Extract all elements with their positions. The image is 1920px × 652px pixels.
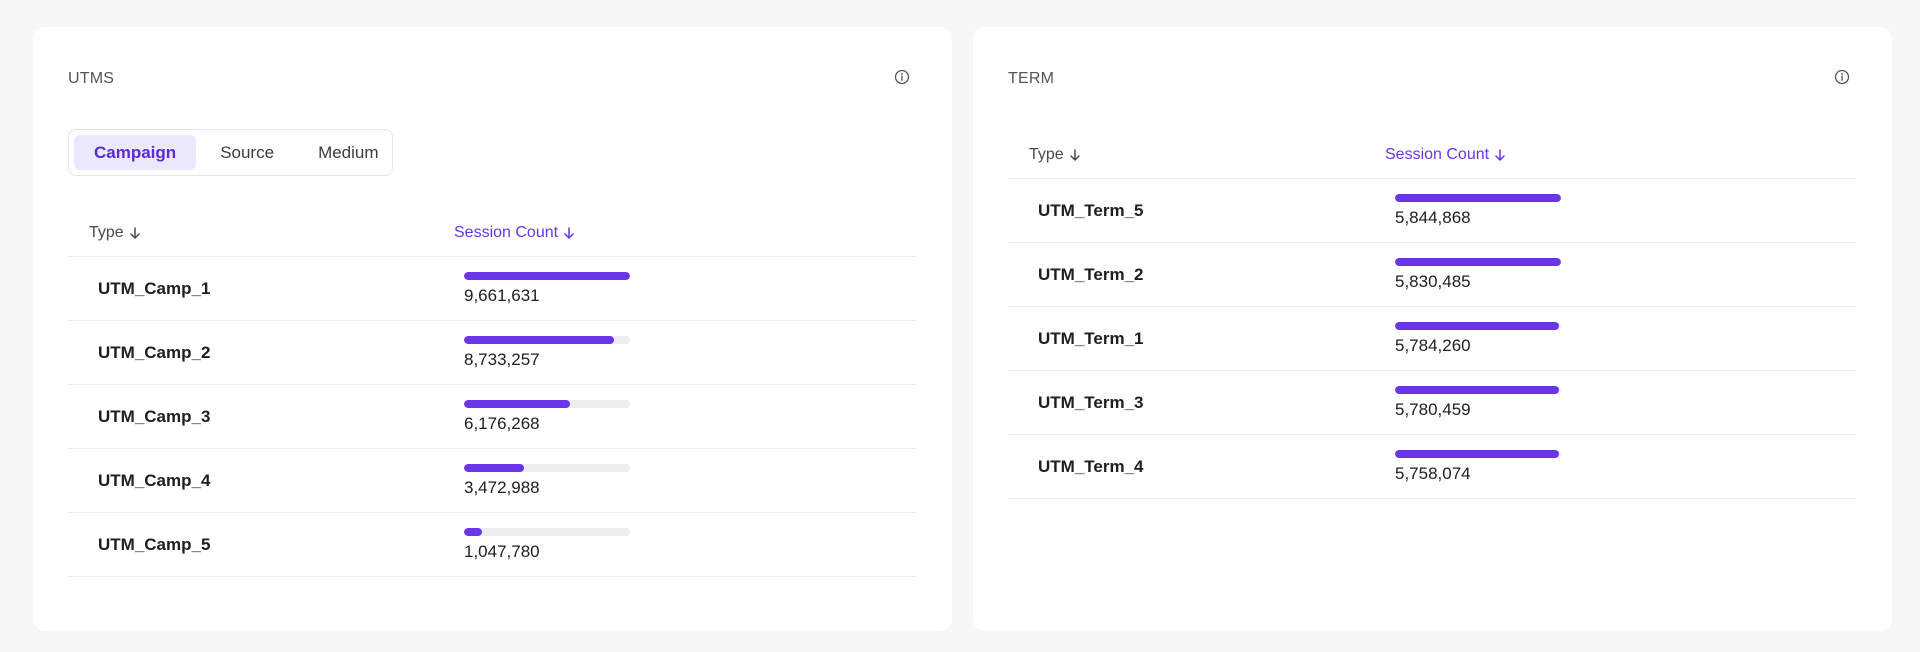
session-count-bar: [464, 272, 630, 280]
table-row[interactable]: UTM_Term_3 5,780,459: [1008, 371, 1856, 435]
table-row[interactable]: UTM_Camp_4 3,472,988: [68, 449, 916, 513]
session-count-header-label: Session Count: [1385, 145, 1490, 163]
row-type-label: UTM_Camp_3: [98, 406, 211, 426]
term-title: TERM: [1008, 70, 1055, 87]
session-count-value: 1,047,780: [464, 542, 540, 561]
type-column-header[interactable]: Type: [1029, 146, 1082, 164]
session-count-header-label: Session Count: [454, 223, 559, 241]
table-row[interactable]: UTM_Term_4 5,758,074: [1008, 435, 1856, 499]
session-count-bar-fill: [464, 400, 571, 408]
tab-medium[interactable]: Medium: [298, 135, 398, 170]
table-row[interactable]: UTM_Term_5 5,844,868: [1008, 179, 1856, 243]
session-count-bar: [1395, 194, 1561, 202]
table-row[interactable]: UTM_Camp_2 8,733,257: [68, 321, 916, 385]
row-type-label: UTM_Camp_2: [98, 342, 211, 362]
session-count-value: 6,176,268: [464, 414, 540, 433]
table-row[interactable]: UTM_Camp_5 1,047,780: [68, 513, 916, 577]
utms-table: Type Session Count UTM_Camp_1 9,661,631 UT…: [68, 209, 916, 577]
session-count-column-header[interactable]: Session Count: [1385, 146, 1507, 164]
row-type-label: UTM_Term_2: [1038, 264, 1144, 284]
term-table: Type Session Count UTM_Term_5 5,844,868 UT…: [1008, 131, 1856, 499]
table-row[interactable]: UTM_Term_2 5,830,485: [1008, 243, 1856, 307]
type-header-label: Type: [1029, 145, 1064, 163]
session-count-bar: [464, 400, 630, 408]
row-type-label: UTM_Term_1: [1038, 328, 1144, 348]
type-column-header[interactable]: Type: [89, 224, 142, 242]
table-row[interactable]: UTM_Term_1 5,784,260: [1008, 307, 1856, 371]
row-type-label: UTM_Term_4: [1038, 456, 1144, 476]
session-count-bar: [464, 464, 630, 472]
row-type-label: UTM_Term_3: [1038, 392, 1144, 412]
session-count-value: 5,844,868: [1395, 208, 1471, 227]
session-count-value: 3,472,988: [464, 478, 540, 497]
arrow-down-icon: [1068, 148, 1082, 162]
session-count-bar: [464, 528, 630, 536]
type-header-label: Type: [89, 223, 124, 241]
session-count-bar-fill: [464, 272, 630, 280]
session-count-value: 5,830,485: [1395, 272, 1471, 291]
session-count-value: 8,733,257: [464, 350, 540, 369]
table-header: Type Session Count: [68, 209, 916, 257]
session-count-value: 5,780,459: [1395, 400, 1471, 419]
session-count-value: 9,661,631: [464, 286, 540, 305]
session-count-bar-fill: [464, 528, 482, 536]
utms-title: UTMS: [68, 70, 115, 87]
session-count-bar: [464, 336, 630, 344]
utms-tab-group: Campaign Source Medium: [68, 129, 393, 176]
session-count-bar-fill: [1395, 450, 1559, 458]
tab-source[interactable]: Source: [200, 135, 294, 170]
session-count-bar-fill: [1395, 322, 1560, 330]
row-type-label: UTM_Camp_1: [98, 278, 211, 298]
arrow-down-icon: [128, 226, 142, 240]
session-count-bar-fill: [1395, 258, 1561, 266]
row-type-label: UTM_Camp_4: [98, 470, 211, 490]
table-header: Type Session Count: [1008, 131, 1856, 179]
session-count-bar: [1395, 258, 1561, 266]
session-count-bar: [1395, 386, 1561, 394]
table-row[interactable]: UTM_Camp_1 9,661,631: [68, 257, 916, 321]
session-count-column-header[interactable]: Session Count: [454, 224, 576, 242]
info-circle-icon[interactable]: [894, 69, 910, 85]
arrow-down-icon: [562, 226, 576, 240]
session-count-bar-fill: [1395, 194, 1561, 202]
arrow-down-icon: [1493, 148, 1507, 162]
session-count-value: 5,758,074: [1395, 464, 1471, 483]
session-count-bar: [1395, 450, 1561, 458]
session-count-bar-fill: [1395, 386, 1560, 394]
tab-campaign[interactable]: Campaign: [74, 135, 197, 170]
session-count-bar: [1395, 322, 1561, 330]
table-row[interactable]: UTM_Camp_3 6,176,268: [68, 385, 916, 449]
info-circle-icon[interactable]: [1834, 69, 1850, 85]
session-count-value: 5,784,260: [1395, 336, 1471, 355]
row-type-label: UTM_Term_5: [1038, 200, 1144, 220]
row-type-label: UTM_Camp_5: [98, 534, 211, 554]
session-count-bar-fill: [464, 336, 615, 344]
session-count-bar-fill: [464, 464, 524, 472]
